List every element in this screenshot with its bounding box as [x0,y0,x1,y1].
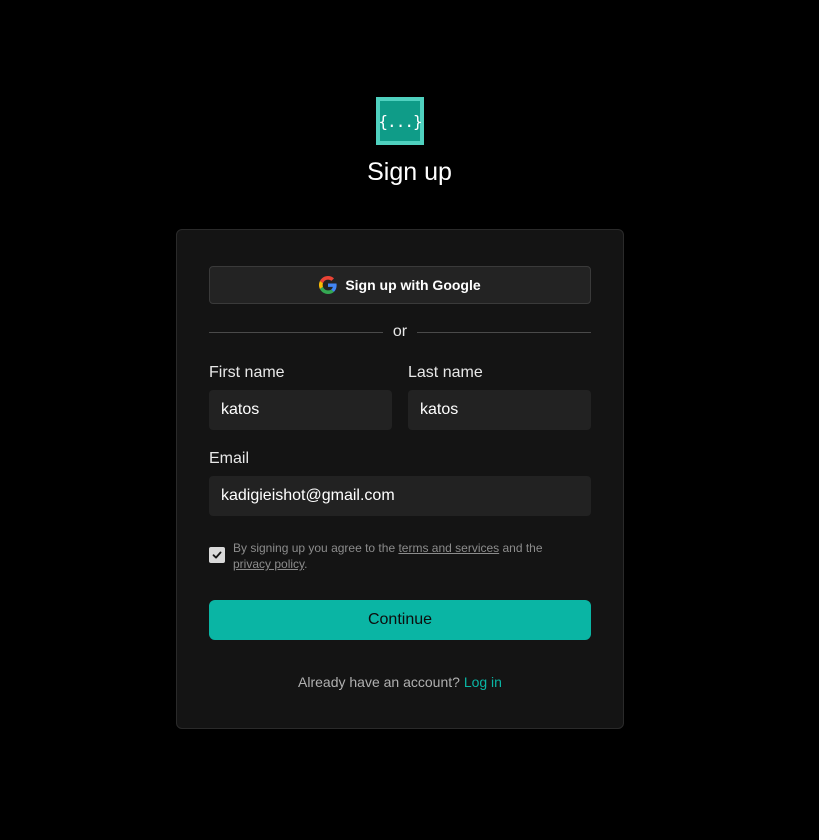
page-title: Sign up [367,158,452,186]
logo-glyph: {...} [378,111,422,131]
continue-button[interactable]: Continue [209,600,591,640]
divider-text: or [392,323,408,340]
login-prompt-row: Already have an account? Log in [177,673,623,691]
terms-text: By signing up you agree to the terms and… [233,540,543,572]
or-divider: or [209,321,592,343]
google-signup-label: Sign up with Google [345,277,481,293]
last-name-input[interactable] [408,390,591,430]
divider-line-right [417,331,592,333]
terms-suffix: . [304,557,308,571]
last-name-label: Last name [408,364,483,381]
first-name-input[interactable] [209,390,392,430]
app-logo: {...} [376,97,424,145]
google-icon [319,276,337,294]
privacy-policy-link[interactable]: privacy policy [233,557,304,571]
login-prompt: Already have an account? [298,674,460,690]
terms-prefix: By signing up you agree to the [233,541,399,555]
terms-checkbox[interactable] [209,547,225,563]
google-signup-button[interactable]: Sign up with Google [209,266,591,304]
divider-line-left [209,331,383,333]
terms-agreement: By signing up you agree to the terms and… [209,540,591,572]
terms-middle: and the [499,541,543,555]
checkmark-icon [212,551,222,559]
login-link[interactable]: Log in [464,674,502,690]
email-input[interactable] [209,476,591,516]
signup-card: Sign up with Google or First name Last n… [176,229,624,729]
email-label: Email [209,450,250,467]
first-name-label: First name [209,364,285,381]
terms-and-services-link[interactable]: terms and services [398,541,499,555]
